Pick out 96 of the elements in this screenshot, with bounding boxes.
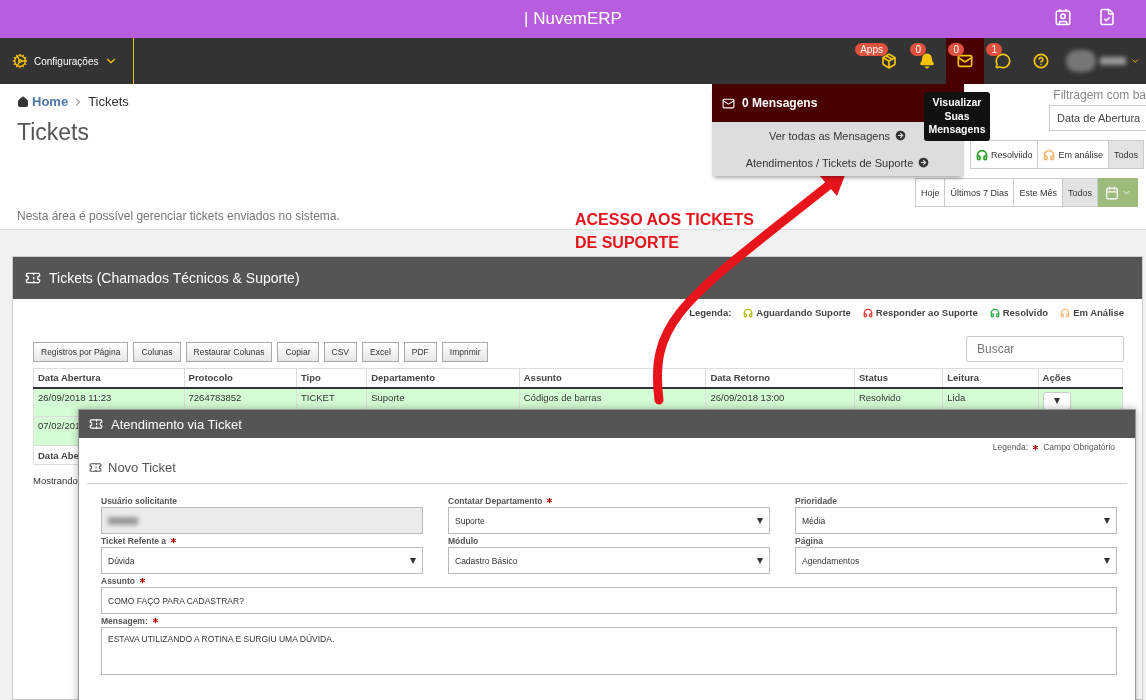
panel-title: Tickets (Chamados Técnicos & Suporte): [49, 270, 300, 286]
help-icon: [1033, 53, 1049, 69]
package-icon: [881, 53, 897, 69]
toolbar-button[interactable]: PDF: [403, 342, 437, 362]
bell-icon: [919, 53, 935, 69]
toolbar-button[interactable]: Excel: [362, 342, 399, 362]
caret-icon: [1104, 517, 1110, 524]
badge: 1: [986, 43, 1002, 56]
arrow-right-icon: [894, 129, 908, 142]
page-description: Nesta área é possível gerenciar tickets enviados no sistema.: [17, 209, 340, 223]
field-label: Prioridade: [795, 494, 839, 507]
select-field[interactable]: Média: [795, 507, 1117, 534]
select-field[interactable]: Dúvida: [101, 547, 423, 574]
badge: 0: [910, 43, 926, 56]
table-info: Mostrando: [33, 475, 78, 486]
required-asterisk-icon: [169, 536, 179, 545]
caret-icon: [1053, 397, 1060, 404]
select-field[interactable]: Agendamentos: [795, 547, 1117, 574]
column-header[interactable]: Data Abertura: [33, 368, 185, 388]
required-asterisk-icon: [150, 616, 160, 625]
breadcrumb-current: Tickets: [88, 94, 129, 109]
ticket-icon: [89, 417, 103, 431]
badge: Apps: [855, 43, 888, 56]
required-asterisk-icon: [545, 496, 555, 505]
nav-icon-button[interactable]: [946, 38, 984, 84]
select-field[interactable]: Suporte: [448, 507, 770, 534]
select-field[interactable]: Cadastro Básico: [448, 547, 770, 574]
page-title: Tickets: [17, 119, 89, 146]
arrow-right-icon: [917, 156, 931, 169]
dropdown-item[interactable]: Ver todas as Mensagens: [766, 122, 910, 149]
chat-icon: [995, 53, 1011, 69]
ticket-icon: [89, 461, 102, 474]
message-textarea[interactable]: ESTAVA UTILIZANDO A ROTINA E SURGIU UMA DÚVIDA.: [101, 627, 1117, 675]
toolbar-button[interactable]: Imprimir: [441, 342, 489, 362]
period-filter-button[interactable]: Este Mês: [1013, 178, 1063, 207]
blurred-value: [108, 516, 138, 525]
legend-item: Resolvido: [989, 307, 1049, 318]
mail-icon: [957, 53, 973, 69]
input-field[interactable]: COMO FAÇO PARA CADASTRAR?: [101, 587, 1117, 614]
caret-icon: [410, 557, 416, 564]
caret-icon: [757, 557, 763, 564]
mail-icon: [722, 96, 735, 110]
home-icon: [17, 95, 29, 108]
breadcrumb-home-link[interactable]: Home: [17, 94, 69, 109]
column-header[interactable]: Tipo: [296, 368, 367, 388]
status-filter-button[interactable]: Resolviido: [969, 140, 1039, 169]
toolbar-button[interactable]: Restaurar Colunas: [185, 342, 273, 362]
contact-card-icon[interactable]: [1054, 8, 1072, 26]
status-filter-button[interactable]: Em análise: [1037, 140, 1109, 169]
column-header[interactable]: Leitura: [942, 368, 1039, 388]
filter-label: Filtragem com ba: [1053, 88, 1146, 102]
column-header[interactable]: Assunto: [519, 368, 706, 388]
legend-item: Em Análise: [1060, 307, 1124, 318]
field-label: Contatar Departamento: [448, 494, 770, 507]
required-legend: Legenda: Campo Obrigatório: [992, 442, 1115, 452]
dropdown-title: 0 Mensagens: [742, 96, 818, 110]
caret-icon: [1104, 557, 1110, 564]
settings-icon: [12, 53, 28, 69]
annotation-text: ACESSO AOS TICKETS DE SUPORTE: [575, 210, 755, 254]
field-label: Assunto: [101, 574, 1117, 587]
blurred-username: [1099, 57, 1126, 65]
avatar: [1066, 50, 1096, 72]
window-title: | NuvemERP: [524, 9, 622, 29]
required-asterisk-icon: [1031, 442, 1041, 452]
column-header[interactable]: Departamento: [366, 368, 520, 388]
field-label: Ticket Refente a: [101, 534, 423, 547]
document-check-icon[interactable]: [1098, 8, 1116, 26]
toolbar-button[interactable]: Colunas: [133, 342, 181, 362]
toolbar-button[interactable]: CSV: [323, 342, 357, 362]
field-label: Módulo: [448, 534, 480, 547]
tooltip: Visualizar Suas Mensagens: [924, 92, 990, 141]
column-header[interactable]: Protocolo: [184, 368, 297, 388]
row-actions-button[interactable]: [1042, 391, 1071, 410]
required-asterisk-icon: [138, 576, 147, 585]
period-filter-button[interactable]: Últimos 7 Dias: [944, 178, 1015, 207]
search-field[interactable]: Buscar: [966, 336, 1124, 362]
field-label: Usuário solicitante: [101, 494, 179, 507]
date-field-select[interactable]: Data de Abertura: [1049, 105, 1146, 131]
column-header[interactable]: Data Retorno: [705, 368, 855, 388]
legend-item: Aguardando Suporte: [743, 307, 851, 318]
dropdown-item[interactable]: Atendimentos / Tickets de Suporte: [743, 149, 933, 176]
period-filter-button[interactable]: Todos: [1061, 178, 1098, 207]
toolbar-button[interactable]: Copiar: [277, 342, 319, 362]
status-filter-button[interactable]: Todos: [1107, 140, 1144, 169]
settings-menu[interactable]: Configurações: [0, 38, 134, 84]
calendar-icon: [1104, 185, 1119, 200]
toolbar-button[interactable]: Registros por Página: [33, 342, 129, 362]
legend-label: Legenda:: [689, 307, 732, 318]
ticket-icon: [25, 270, 41, 286]
column-header[interactable]: Ações: [1038, 368, 1123, 388]
field-label: Página: [795, 534, 824, 547]
field-label: Mensagem:: [101, 614, 1117, 627]
period-filter-button[interactable]: Hoje: [914, 178, 946, 207]
caret-icon: [757, 517, 763, 524]
legend-item: Responder ao Suporte: [862, 307, 978, 318]
column-header[interactable]: Status: [854, 368, 943, 388]
